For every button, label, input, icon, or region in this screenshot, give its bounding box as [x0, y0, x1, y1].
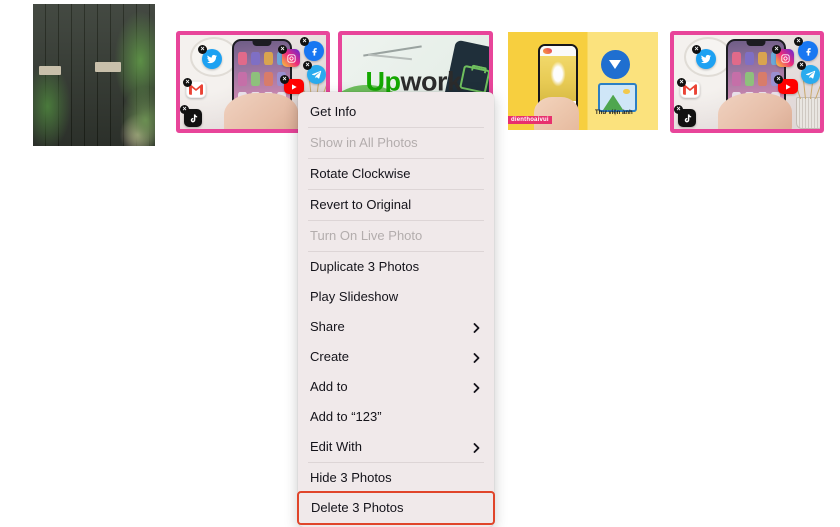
remove-badge-icon: × [280, 75, 289, 84]
phone-notch [746, 41, 766, 46]
menu-item-get-info[interactable]: Get Info [298, 97, 494, 127]
remove-badge-icon: × [180, 105, 189, 114]
grid-wall-image [33, 4, 155, 146]
menu-item-label: Create [310, 349, 350, 364]
chevron-right-icon [473, 383, 481, 393]
instagram-icon: × [278, 45, 300, 67]
menu-item-label: Revert to Original [310, 197, 412, 212]
photo-content: Thư viện ảnh dienthoaivui [508, 32, 658, 130]
menu-item-revert-to-original[interactable]: Revert to Original [298, 190, 494, 220]
download-icon [601, 49, 630, 80]
remove-badge-icon: × [692, 45, 701, 54]
chevron-right-icon [473, 353, 481, 363]
facebook-icon: × [794, 37, 818, 61]
wall-tag-left [39, 66, 61, 75]
phone-notch [252, 41, 272, 46]
photos-app-canvas: × × × × × × × Upwork Thư viện ảnh dienth… [0, 0, 840, 527]
wall-tag-right [95, 62, 121, 72]
menu-item-share[interactable]: Share [298, 312, 494, 342]
telegram-icon: × [303, 61, 326, 84]
menu-item-label: Duplicate 3 Photos [310, 259, 420, 274]
youtube-icon: × [774, 75, 798, 94]
yellow-gallery-image: Thư viện ảnh dienthoaivui [508, 32, 658, 130]
remove-badge-icon: × [300, 37, 309, 46]
remove-badge-icon: × [183, 78, 192, 87]
context-menu[interactable]: Get Info Show in All Photos Rotate Clock… [297, 92, 495, 527]
photo-preview [540, 55, 576, 101]
menu-item-label: Play Slideshow [310, 289, 399, 304]
remove-badge-icon: × [774, 75, 783, 84]
menu-item-turn-on-live-photo: Turn On Live Photo [298, 221, 494, 251]
hand [533, 96, 579, 130]
watermark: dienthoaivui [508, 116, 552, 125]
menu-item-hide-photos[interactable]: Hide 3 Photos [298, 463, 494, 493]
photo-thumbnail-yellow-gallery[interactable]: Thư viện ảnh dienthoaivui [508, 32, 658, 130]
gallery-caption: Thư viện ảnh [595, 110, 633, 117]
gmail-icon: × [677, 78, 700, 98]
remove-badge-icon: × [198, 45, 207, 54]
menu-item-label: Share [310, 319, 345, 334]
twitter-icon: × [692, 45, 716, 69]
remove-badge-icon: × [677, 78, 686, 87]
remove-badge-icon: × [674, 105, 683, 114]
photo-thumbnail-social-apps-2[interactable]: × × × × × × × [670, 31, 824, 133]
remove-badge-icon: × [797, 61, 806, 70]
hand [718, 93, 792, 129]
menu-item-label: Add to [310, 379, 348, 394]
menu-item-label: Rotate Clockwise [310, 166, 411, 181]
menu-item-label: Show in All Photos [310, 135, 418, 150]
menu-item-label: Turn On Live Photo [310, 228, 423, 243]
menu-item-label: Edit With [310, 439, 363, 454]
menu-item-add-to-album[interactable]: Add to “123” [298, 402, 494, 432]
pen-line-2 [368, 53, 413, 60]
photo-content [33, 4, 155, 146]
gallery-icon [598, 82, 637, 113]
twitter-icon: × [198, 45, 222, 69]
remove-badge-icon: × [303, 61, 312, 70]
chevron-right-icon [473, 443, 481, 453]
menu-item-add-to[interactable]: Add to [298, 372, 494, 402]
menu-item-label: Get Info [310, 104, 357, 119]
remove-badge-icon: × [278, 45, 287, 54]
menu-item-edit-with[interactable]: Edit With [298, 432, 494, 462]
plant-pot [796, 97, 820, 129]
photo-thumbnail-dark-grid-wall[interactable] [33, 4, 155, 146]
photo-content: × × × × × × × [674, 35, 820, 129]
telegram-icon: × [797, 61, 820, 84]
menu-item-label: Hide 3 Photos [310, 470, 392, 485]
hand [224, 93, 298, 129]
menu-item-duplicate-photos[interactable]: Duplicate 3 Photos [298, 252, 494, 282]
menu-item-rotate-clockwise[interactable]: Rotate Clockwise [298, 159, 494, 189]
menu-item-create[interactable]: Create [298, 342, 494, 372]
facebook-icon: × [300, 37, 324, 61]
menu-item-label: Delete 3 Photos [311, 500, 404, 515]
remove-badge-icon: × [794, 37, 803, 46]
chevron-right-icon [473, 323, 481, 333]
remove-badge-icon: × [772, 45, 781, 54]
menu-item-play-slideshow[interactable]: Play Slideshow [298, 282, 494, 312]
tiktok-icon: × [180, 105, 202, 127]
instagram-icon: × [772, 45, 794, 67]
menu-item-show-in-all-photos: Show in All Photos [298, 128, 494, 158]
briefcase-icon [459, 65, 489, 94]
gmail-icon: × [183, 78, 206, 98]
tiktok-icon: × [674, 105, 696, 127]
menu-item-delete-photos[interactable]: Delete 3 Photos [297, 491, 495, 525]
menu-item-label: Add to “123” [310, 409, 382, 424]
